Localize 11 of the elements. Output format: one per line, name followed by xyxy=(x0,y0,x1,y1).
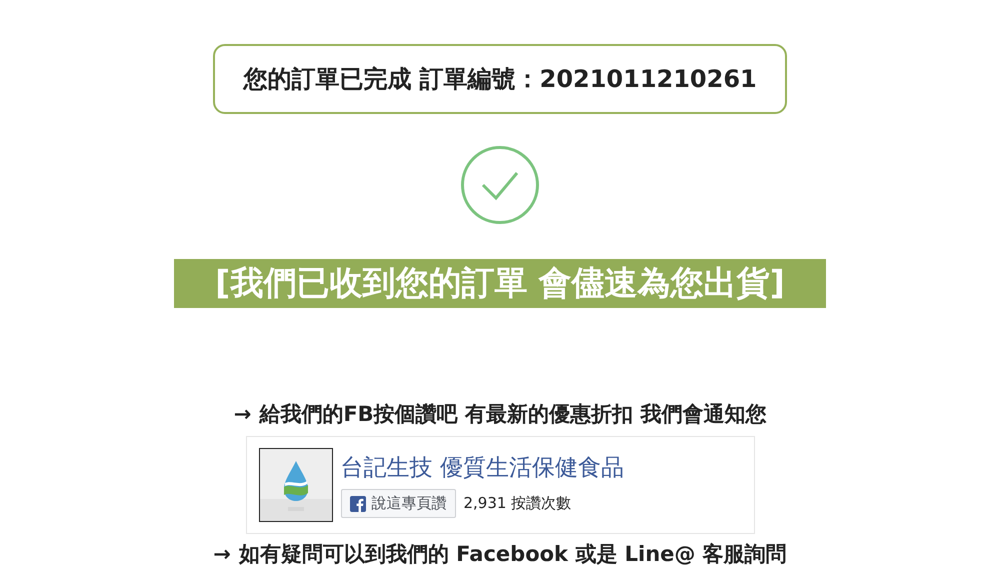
facebook-icon xyxy=(350,496,366,512)
arrow-text: → xyxy=(234,402,252,426)
prompt-text: 給我們的FB按個讚吧 有最新的優惠折扣 我們會通知您 xyxy=(259,401,766,428)
confirmation-banner: [我們已收到您的訂單 會儘速為您出貨] xyxy=(174,259,826,308)
prompt-text: 如有疑問可以到我們的 Facebook 或是 Line@ 客服詢問 xyxy=(238,541,787,568)
like-count: 2,931 按讚次數 xyxy=(464,494,572,513)
like-button[interactable]: 說這專頁讚 xyxy=(340,489,456,518)
page-name-link[interactable]: 台記生技 優質生活保健食品 xyxy=(340,452,624,483)
arrow-text: → xyxy=(213,542,231,566)
check-circle-icon xyxy=(460,145,540,225)
order-status-box: 您的訂單已完成 訂單編號：2021011210261 xyxy=(213,44,787,114)
